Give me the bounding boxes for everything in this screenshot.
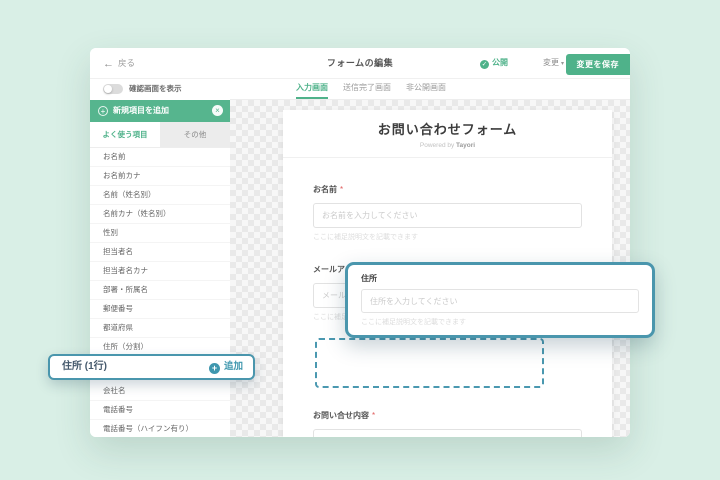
toggle-knob (104, 85, 112, 93)
field-name-input[interactable] (313, 203, 582, 228)
confirm-toggle-row: 確認画面を表示 (90, 78, 230, 100)
add-item-panel-header: + 新規項目を追加 × (90, 100, 230, 122)
editor-tabs: 入力画面 送信完了画面 非公開画面 (230, 78, 630, 100)
save-button[interactable]: 変更を保存 (566, 54, 631, 75)
add-label: 追加 (224, 361, 243, 372)
sidebar-tabs: よく使う項目 その他 (90, 122, 230, 148)
dragged-list-item-label: 住所 (1行) (62, 356, 107, 378)
chevron-down-icon: ▾ (561, 61, 564, 67)
dragged-field-card[interactable]: 住所 ここに補足説明文を記載できます (345, 262, 655, 338)
dragged-field-inner: 住所 ここに補足説明文を記載できます (348, 265, 652, 327)
publish-status-badge: ✓公開 (480, 48, 508, 78)
list-item-department[interactable]: 部署・所属名 (90, 281, 230, 300)
tab-input-screen[interactable]: 入力画面 (296, 78, 328, 99)
required-mark: * (372, 411, 375, 420)
list-item-split-name[interactable]: 名前（姓名別） (90, 186, 230, 205)
list-item-split-name-kana[interactable]: 名前カナ（姓名別） (90, 205, 230, 224)
dragged-field-helper: ここに補足説明文を記載できます (361, 317, 639, 327)
field-type-list: お名前 お名前カナ 名前（姓名別） 名前カナ（姓名別） 性別 担当者名 担当者名… (90, 148, 230, 437)
form-header: お問い合わせフォーム Powered by Tayori (283, 110, 612, 158)
list-item-zipcode[interactable]: 郵便番号 (90, 300, 230, 319)
list-item-name-kana[interactable]: お名前カナ (90, 167, 230, 186)
list-item-gender[interactable]: 性別 (90, 224, 230, 243)
list-item-prefecture[interactable]: 都道府県 (90, 319, 230, 338)
powered-prefix: Powered by (420, 142, 454, 149)
dragged-list-item[interactable]: 住所 (1行) + 追加 (48, 354, 255, 380)
add-field-button[interactable]: + 追加 (209, 356, 243, 378)
dragged-field-label: 住所 (361, 273, 639, 284)
publish-status-label: 公開 (492, 58, 508, 67)
plus-circle-icon: + (209, 363, 220, 374)
list-item-name[interactable]: お名前 (90, 148, 230, 167)
field-message-textarea[interactable] (313, 429, 582, 437)
field-message-label: お問い合せ内容 (313, 411, 369, 420)
drop-target-outline (315, 338, 544, 388)
tab-private-screen[interactable]: 非公開画面 (406, 78, 446, 99)
sidebar-tab-other[interactable]: その他 (160, 122, 230, 147)
add-item-panel-title: 新規項目を追加 (113, 100, 169, 122)
list-item-contact-name[interactable]: 担当者名 (90, 243, 230, 262)
check-circle-icon: ✓ (480, 60, 489, 69)
field-name-helper: ここに補足説明文を記載できます (313, 232, 582, 242)
close-icon[interactable]: × (212, 105, 223, 116)
form-title: お問い合わせフォーム (283, 119, 612, 138)
brand-name: Tayori (456, 142, 475, 149)
field-name: お名前* ここに補足説明文を記載できます (313, 179, 582, 242)
list-item-company[interactable]: 会社名 (90, 382, 230, 401)
list-item-phone-hyphen[interactable]: 電話番号（ハイフン有り） (90, 420, 230, 437)
field-name-label: お名前 (313, 185, 337, 194)
required-mark: * (340, 185, 343, 194)
confirm-toggle-label: 確認画面を表示 (129, 78, 182, 100)
field-message: お問い合せ内容* (313, 405, 582, 437)
powered-by: Powered by Tayori (283, 142, 612, 149)
dragged-field-input (361, 289, 639, 313)
confirm-screen-toggle[interactable] (103, 84, 123, 94)
list-item-contact-name-kana[interactable]: 担当者名カナ (90, 262, 230, 281)
sidebar-tab-frequent[interactable]: よく使う項目 (90, 122, 160, 147)
tab-complete-screen[interactable]: 送信完了画面 (343, 78, 391, 99)
changes-label: 変更 (543, 58, 559, 67)
top-bar: ←戻る フォームの編集 ✓公開 変更▾ 変更を保存 (90, 48, 630, 79)
plus-circle-icon: + (98, 106, 108, 116)
list-item-phone[interactable]: 電話番号 (90, 401, 230, 420)
changes-dropdown[interactable]: 変更▾ (543, 48, 564, 79)
